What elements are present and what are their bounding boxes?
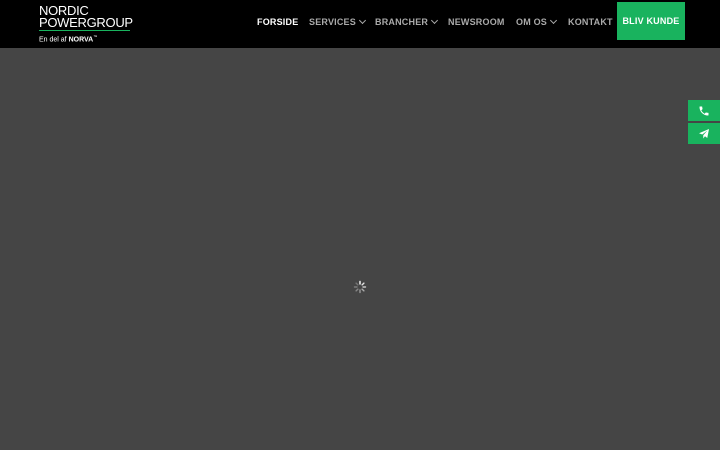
site-header: NORDIC POWERGROUP En del af NORVA™ FORSI… [0,0,720,48]
chevron-down-icon [431,16,439,25]
phone-button[interactable] [688,100,720,121]
nav-item-label: BRANCHER [375,17,429,27]
nav-item-services[interactable]: SERVICES [309,16,366,28]
phone-icon [699,106,709,115]
chevron-down-icon [358,16,366,25]
nav-item-label: FORSIDE [257,17,299,27]
nav-item-kontakt[interactable]: KONTAKT [568,16,613,28]
logo-underline [39,30,130,31]
loading-spinner-icon [353,280,367,294]
nordic-powergroup-logo[interactable]: NORDIC POWERGROUP En del af NORVA™ [39,3,135,43]
nav-item-forside[interactable]: FORSIDE [257,16,298,28]
nav-item-newsroom[interactable]: NEWSROOM [448,16,505,28]
paper-plane-icon [699,128,709,138]
logo-line-2: POWERGROUP [39,15,133,30]
bliv-kunde-button[interactable]: BLIV KUNDE [617,2,685,40]
message-button[interactable] [688,123,720,144]
nav-item-label: KONTAKT [568,17,613,27]
logo-tagline: En del af NORVA™ [39,32,97,44]
nav-item-om-os[interactable]: OM OS [516,16,558,28]
nav-item-brancher[interactable]: BRANCHER [375,16,439,28]
nav-item-label: SERVICES [309,17,356,27]
nav-item-label: NEWSROOM [448,17,505,27]
logo-tagline-prefix: En del af [39,36,67,44]
nav-item-label: OM OS [516,17,548,27]
chevron-down-icon [549,16,558,25]
logo-tagline-mark: ™ [93,34,98,39]
logo-tagline-brand: NORVA [68,36,94,44]
